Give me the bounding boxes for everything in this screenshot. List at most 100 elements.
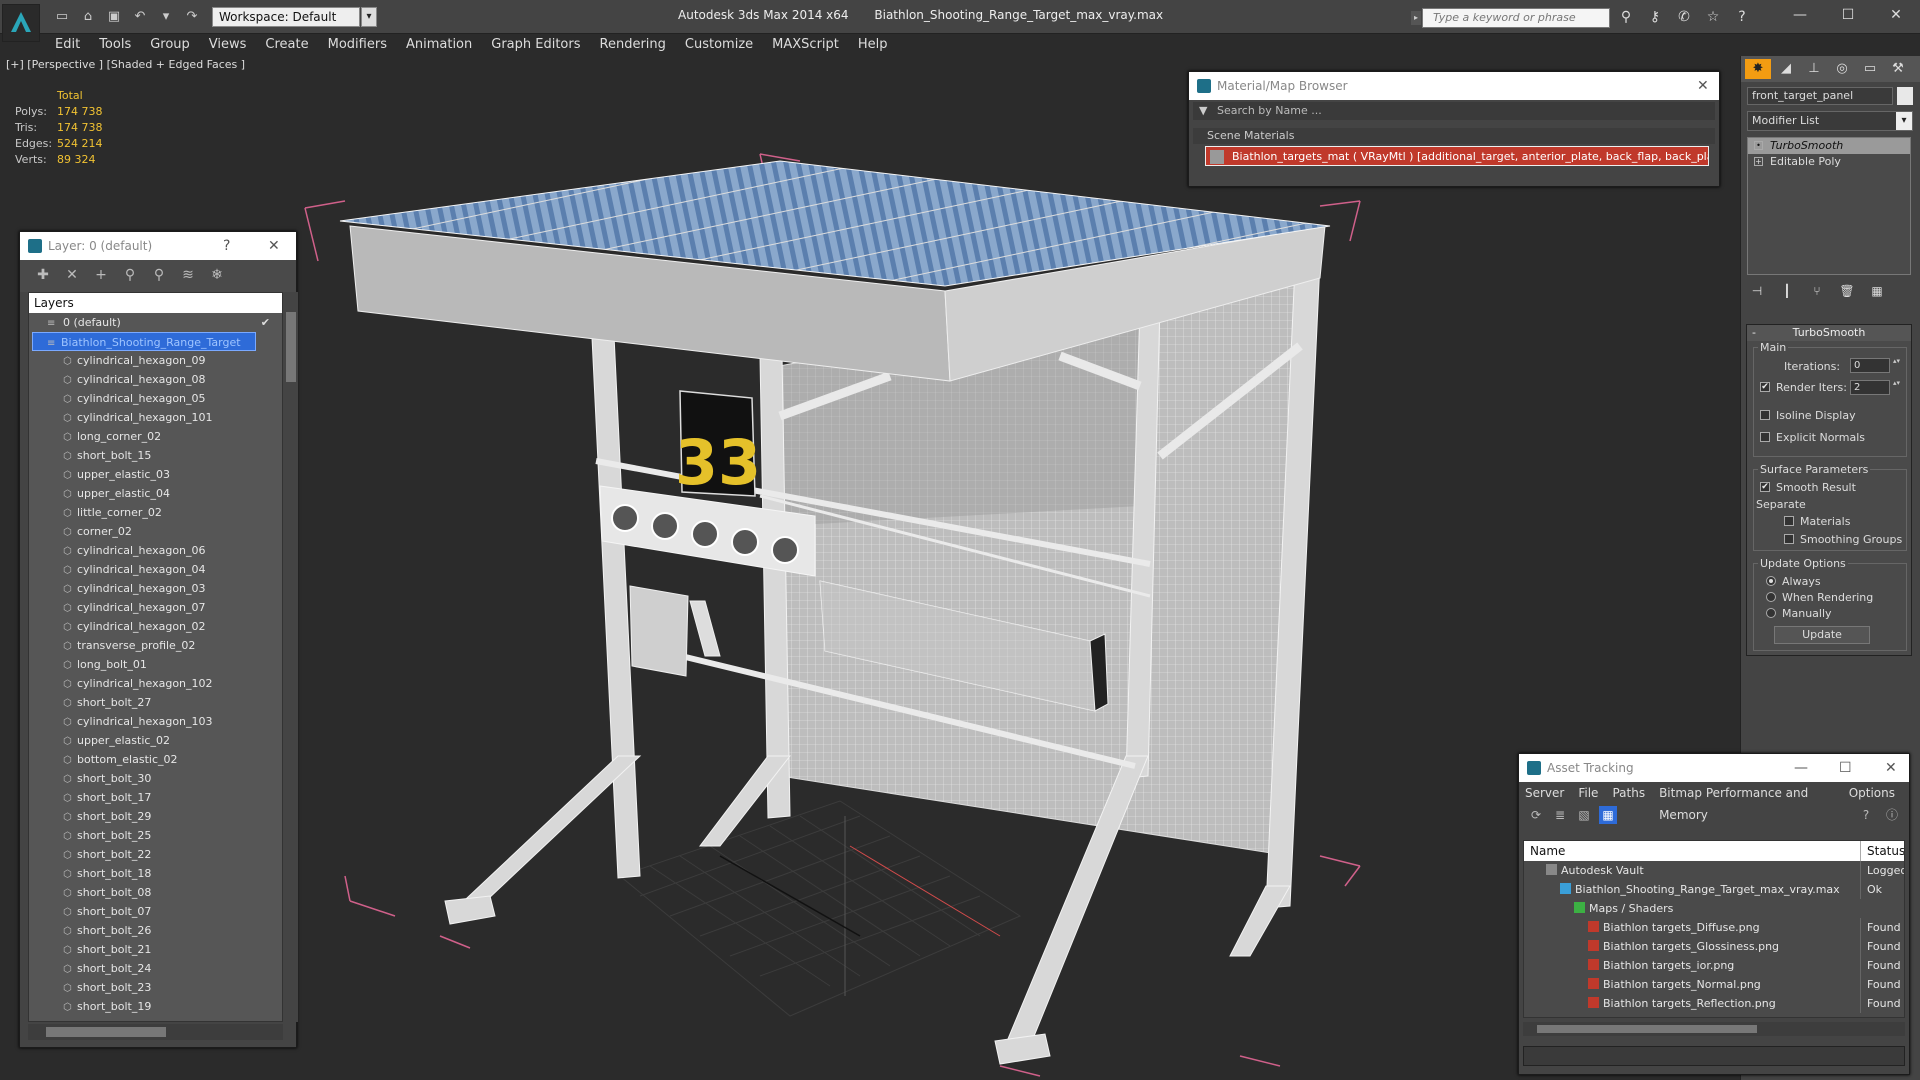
- scene-materials-section[interactable]: Scene Materials: [1193, 128, 1715, 144]
- layer-item-selected[interactable]: ≡ Biathlon_Shooting_Range_Target: [32, 332, 256, 351]
- turbosmooth-rollout-header[interactable]: - TurboSmooth: [1747, 325, 1911, 341]
- render-iters-spinner[interactable]: 2: [1850, 380, 1901, 395]
- iterations-spinner[interactable]: 0: [1850, 358, 1901, 373]
- highlight-layer-icon[interactable]: ⚲: [150, 266, 168, 284]
- display-tab-icon[interactable]: ▭: [1857, 59, 1883, 79]
- layer-object-item[interactable]: ⬡ cylindrical_hexagon_05: [29, 389, 282, 408]
- lightbulb-icon[interactable]: •: [1754, 141, 1763, 150]
- layer-object-item[interactable]: ⬡ short_bolt_19: [29, 997, 282, 1016]
- layer-object-item[interactable]: ⬡ little_corner_02: [29, 503, 282, 522]
- pin-stack-icon[interactable]: ⊣: [1749, 284, 1765, 300]
- object-color-swatch[interactable]: [1897, 87, 1913, 105]
- layer-object-item[interactable]: ⬡ long_corner_02: [29, 427, 282, 446]
- layer-object-item[interactable]: ⬡ short_bolt_21: [29, 940, 282, 959]
- layer-object-item[interactable]: ⬡ cylindrical_hexagon_102: [29, 674, 282, 693]
- menu-graph-editors[interactable]: Graph Editors: [484, 34, 592, 56]
- hierarchy-tab-icon[interactable]: ⊥: [1801, 59, 1827, 79]
- always-radio[interactable]: [1766, 576, 1776, 586]
- list-view-icon[interactable]: ≣: [1551, 806, 1569, 824]
- close-icon[interactable]: ✕: [1885, 754, 1897, 782]
- layer-object-item[interactable]: ⬡ short_bolt_29: [29, 807, 282, 826]
- open-file-icon[interactable]: ⌂: [78, 8, 98, 25]
- asset-horizontal-scrollbar[interactable]: [1523, 1022, 1905, 1036]
- materials-checkbox[interactable]: [1784, 516, 1794, 526]
- layer-object-item[interactable]: ⬡ short_bolt_18: [29, 864, 282, 883]
- utilities-tab-icon[interactable]: ⚒: [1885, 59, 1911, 79]
- menu-modifiers[interactable]: Modifiers: [321, 34, 399, 56]
- smooth-result-checkbox[interactable]: ✔: [1760, 482, 1770, 492]
- asset-row[interactable]: Biathlon targets_Diffuse.png Found: [1524, 918, 1904, 937]
- asset-row[interactable]: Biathlon targets_Normal.png Found: [1524, 975, 1904, 994]
- layer-object-item[interactable]: ⬡ upper_elastic_02: [29, 731, 282, 750]
- layer-object-item[interactable]: ⬡ short_bolt_22: [29, 845, 282, 864]
- object-name-field[interactable]: front_target_panel: [1747, 87, 1893, 105]
- hide-layers-icon[interactable]: ≋: [179, 266, 197, 284]
- smoothing-groups-checkbox[interactable]: [1784, 534, 1794, 544]
- layer-object-item[interactable]: ⬡ short_bolt_23: [29, 978, 282, 997]
- chevron-down-icon[interactable]: ▾: [1896, 112, 1912, 130]
- menu-rendering[interactable]: Rendering: [593, 34, 678, 56]
- thumbnail-view-icon[interactable]: ▧: [1575, 806, 1593, 824]
- layer-object-item[interactable]: ⬡ short_bolt_25: [29, 826, 282, 845]
- layer-object-item[interactable]: ⬡ cylindrical_hexagon_03: [29, 579, 282, 598]
- menu-views[interactable]: Views: [202, 34, 259, 56]
- scrollbar-thumb[interactable]: [1537, 1025, 1757, 1033]
- layer-object-item[interactable]: ⬡ short_bolt_07: [29, 902, 282, 921]
- asset-menu-bitmap[interactable]: Bitmap Performance and Memory: [1659, 782, 1835, 822]
- layer-object-item[interactable]: ⬡ short_bolt_27: [29, 693, 282, 712]
- stack-item-editable-poly[interactable]: + Editable Poly: [1748, 154, 1910, 170]
- asset-menu-server[interactable]: Server: [1525, 782, 1564, 804]
- asset-table[interactable]: Name Status Autodesk Vault Logged O Biathl…: [1523, 840, 1905, 1018]
- material-search-input[interactable]: ▼ Search by Name ...: [1193, 102, 1715, 120]
- asset-menu-file[interactable]: File: [1578, 782, 1598, 804]
- layer-panel-titlebar[interactable]: Layer: 0 (default) ? ✕: [20, 232, 296, 260]
- undo-dropdown-icon[interactable]: ▾: [156, 8, 176, 25]
- layer-item-default[interactable]: ≡ 0 (default) ✔: [29, 313, 282, 332]
- binoculars-icon[interactable]: ⚲: [1616, 8, 1636, 26]
- layer-object-item[interactable]: ⬡ short_bolt_17: [29, 788, 282, 807]
- layer-object-item[interactable]: ⬡ cylindrical_hexagon_103: [29, 712, 282, 731]
- layer-object-item[interactable]: ⬡ upper_elastic_03: [29, 465, 282, 484]
- layer-object-item[interactable]: ⬡ cylindrical_hexagon_04: [29, 560, 282, 579]
- help-icon[interactable]: ?: [1857, 806, 1875, 824]
- layer-object-item[interactable]: ⬡ cylindrical_hexagon_02: [29, 617, 282, 636]
- create-layer-icon[interactable]: ✚: [34, 266, 52, 284]
- layer-panel-close-icon[interactable]: ✕: [268, 232, 280, 260]
- layer-object-item[interactable]: ⬡ transverse_profile_02: [29, 636, 282, 655]
- close-icon[interactable]: ✕: [1872, 0, 1920, 30]
- menu-tools[interactable]: Tools: [92, 34, 143, 56]
- render-iters-checkbox[interactable]: ✔: [1760, 382, 1770, 392]
- column-status[interactable]: Status: [1860, 841, 1904, 861]
- asset-row[interactable]: Biathlon targets_ior.png Found: [1524, 956, 1904, 975]
- layer-object-item[interactable]: ⬡ cylindrical_hexagon_101: [29, 408, 282, 427]
- maximize-icon[interactable]: ☐: [1824, 0, 1872, 30]
- asset-tracking-titlebar[interactable]: Asset Tracking — ☐ ✕: [1519, 754, 1909, 782]
- material-browser-titlebar[interactable]: Material/Map Browser ✕: [1189, 72, 1719, 100]
- menu-group[interactable]: Group: [143, 34, 202, 56]
- stack-item-turbosmooth[interactable]: • TurboSmooth: [1748, 138, 1910, 154]
- when-rendering-radio[interactable]: [1766, 592, 1776, 602]
- scrollbar-thumb[interactable]: [46, 1027, 166, 1037]
- menu-create[interactable]: Create: [258, 34, 320, 56]
- asset-row[interactable]: Biathlon targets_Reflection.png Found: [1524, 994, 1904, 1013]
- save-file-icon[interactable]: ▣: [104, 8, 124, 25]
- subscription-key-icon[interactable]: ⚷: [1645, 8, 1665, 26]
- filter-dropdown-icon[interactable]: ▼: [1199, 102, 1207, 120]
- material-browser-close-icon[interactable]: ✕: [1697, 72, 1709, 100]
- layer-object-item[interactable]: ⬡ short_bolt_08: [29, 883, 282, 902]
- layer-list[interactable]: Layers ≡ 0 (default) ✔ ≡ Biathlon_Shooting_…: [28, 292, 283, 1022]
- layer-object-item[interactable]: ⬡ cylindrical_hexagon_09: [29, 351, 282, 370]
- app-logo-button[interactable]: [2, 4, 40, 42]
- help-icon[interactable]: ?: [1732, 8, 1752, 26]
- motion-tab-icon[interactable]: ◎: [1829, 59, 1855, 79]
- menu-animation[interactable]: Animation: [399, 34, 484, 56]
- menu-help[interactable]: Help: [851, 34, 900, 56]
- modify-tab-icon[interactable]: ◢: [1773, 59, 1799, 79]
- remove-modifier-icon[interactable]: 🗑: [1839, 284, 1855, 300]
- search-expand-icon[interactable]: ▸: [1411, 11, 1421, 25]
- redo-icon[interactable]: ↷: [182, 8, 202, 25]
- show-end-result-icon[interactable]: ┃: [1779, 284, 1795, 300]
- scrollbar-thumb[interactable]: [286, 312, 296, 382]
- layer-object-item[interactable]: ⬡ short_bolt_30: [29, 769, 282, 788]
- menu-maxscript[interactable]: MAXScript: [765, 34, 851, 56]
